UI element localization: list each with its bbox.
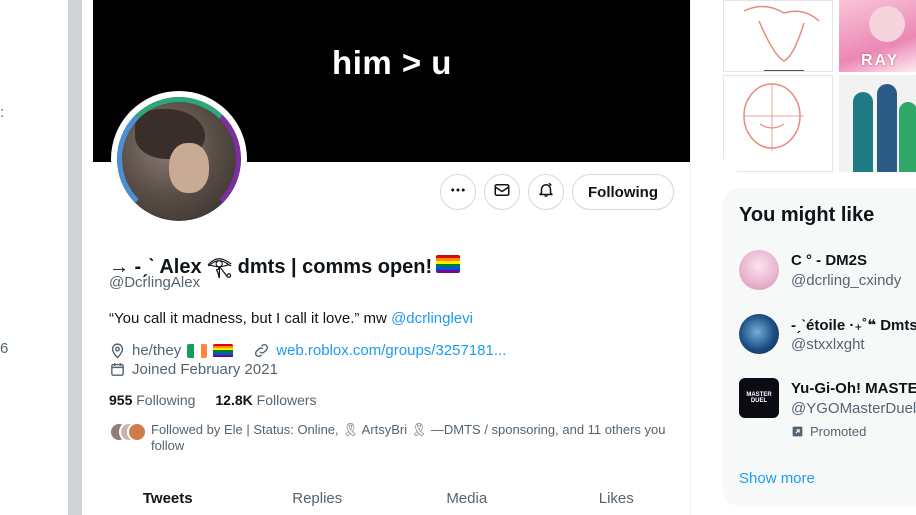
avatar <box>739 250 779 290</box>
tab-likes[interactable]: Likes <box>542 482 691 507</box>
nav-fragment: : <box>0 104 5 121</box>
notifications-button[interactable] <box>528 174 565 210</box>
profile-handle: @DcrlingAlex <box>109 274 201 291</box>
followers-count-link[interactable]: 12.8K Followers <box>215 392 316 408</box>
avatar: MASTER DUEL <box>739 378 779 418</box>
profile-column: him > u Following → -ˏˋ Alex 𓂀 dmts | co… <box>93 0 691 515</box>
account-name: C ° - DM2S <box>791 252 868 269</box>
more-button[interactable] <box>440 174 477 210</box>
show-more-link[interactable]: Show more <box>739 470 815 487</box>
followed-by[interactable]: Followed by Ele | Status: Online, 🎗 Arts… <box>109 422 679 454</box>
followers-you-know-avatars <box>109 422 147 442</box>
followers-count: 12.8K <box>215 392 253 408</box>
profile-meta: he/they web.roblox.com/groups/3257181... <box>109 342 506 359</box>
tab-replies[interactable]: Replies <box>243 482 393 507</box>
media-thumbnail[interactable] <box>723 75 833 172</box>
bell-icon <box>537 181 555 204</box>
rainbow-flag-icon <box>436 254 461 273</box>
mail-icon <box>493 181 511 204</box>
profile-media-grid: RAY <box>723 0 916 172</box>
account-name: -ˏˋétoile ·₊˚❝ Dmts · <box>791 317 916 334</box>
following-label: Following <box>136 392 196 408</box>
promoted-icon <box>791 425 804 438</box>
followed-by-text: Followed by Ele | Status: Online, 🎗 Arts… <box>151 422 666 453</box>
media-thumbnail[interactable] <box>723 0 833 72</box>
account-name: Yu-Gi-Oh! MASTER <box>791 380 916 397</box>
gutter <box>82 0 93 515</box>
banner-text: him > u <box>332 44 452 81</box>
rainbow-flag-small-icon <box>213 343 234 358</box>
nav-fragment: 6 <box>0 340 9 357</box>
bio-mention-link[interactable]: @dcrlinglevi <box>391 310 473 327</box>
profile-avatar[interactable] <box>111 91 247 227</box>
scrollbar[interactable] <box>68 0 82 515</box>
profile-actions: Following <box>440 174 674 210</box>
tab-tweets[interactable]: Tweets <box>93 482 243 507</box>
account-handle: @YGOMasterDuel <box>791 400 916 417</box>
link-icon <box>253 342 270 359</box>
profile-tabs: Tweets Replies Media Likes <box>93 482 691 507</box>
media-thumb-text: RAY <box>861 52 900 69</box>
following-count: 955 <box>109 392 133 408</box>
media-thumbnail[interactable]: RAY <box>839 0 916 72</box>
account-handle: @stxxlxght <box>791 336 865 353</box>
account-handle: @dcrling_cxindy <box>791 272 902 289</box>
panel-title: You might like <box>739 204 875 226</box>
avatar <box>739 314 779 354</box>
bio-text: “You call it madness, but I call it love… <box>109 310 392 327</box>
follow-stats: 955 Following 12.8K Followers <box>109 392 317 408</box>
pronouns: he/they <box>132 342 182 359</box>
you-might-like-panel: You might like C ° - DM2S @dcrling_cxind… <box>723 188 916 506</box>
ireland-flag-icon <box>187 343 208 358</box>
profile-bio: “You call it madness, but I call it love… <box>109 310 473 327</box>
joined-date: Joined February 2021 <box>132 361 278 378</box>
message-button[interactable] <box>484 174 521 210</box>
website-link[interactable]: web.roblox.com/groups/3257181... <box>276 342 506 359</box>
followers-label: Followers <box>256 392 317 408</box>
left-nav-edge: : 6 <box>0 0 68 515</box>
following-count-link[interactable]: 955 Following <box>109 392 195 408</box>
joined-row: Joined February 2021 <box>109 361 278 378</box>
avatar-image <box>117 97 241 221</box>
promoted-label: Promoted <box>791 424 866 439</box>
location-icon <box>109 342 126 359</box>
more-icon <box>449 181 467 204</box>
promoted-text: Promoted <box>810 424 867 439</box>
following-button[interactable]: Following <box>572 174 674 210</box>
tab-media[interactable]: Media <box>392 482 542 507</box>
calendar-icon <box>109 361 126 378</box>
media-thumbnail[interactable] <box>839 75 916 172</box>
